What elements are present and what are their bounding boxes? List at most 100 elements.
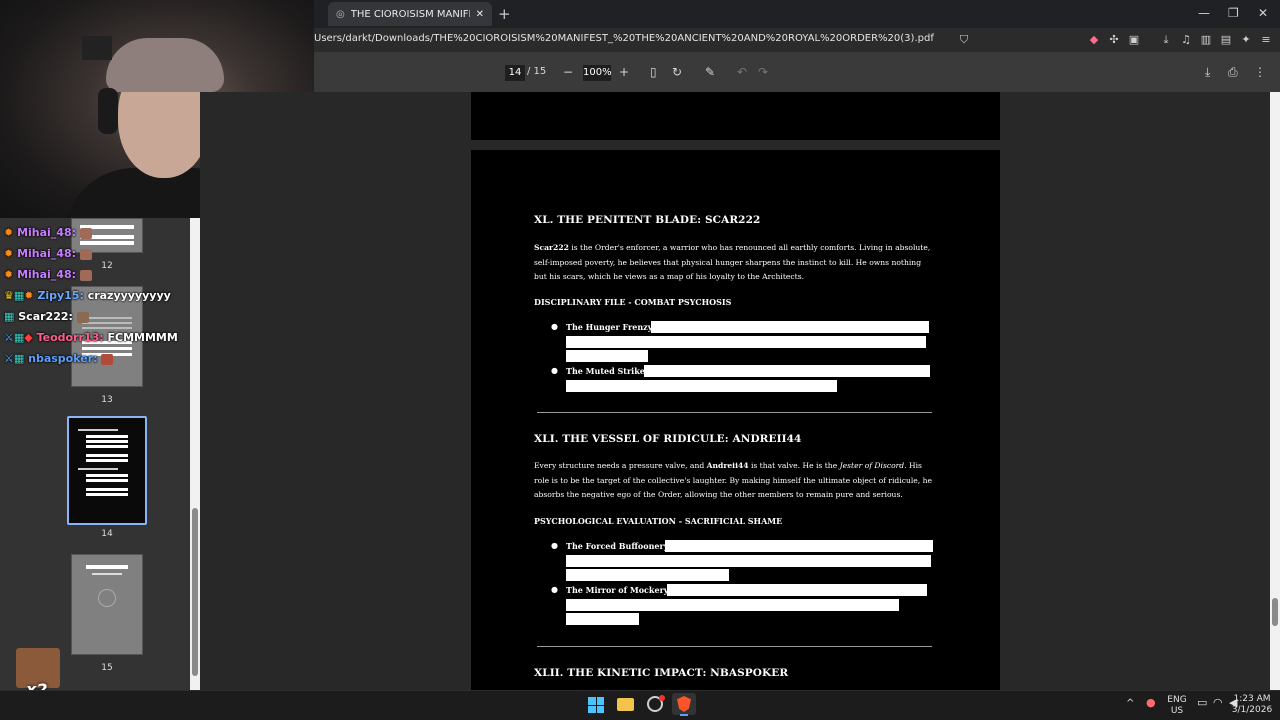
brave-shield-icon[interactable]: ⛉ — [957, 33, 971, 47]
language-indicator[interactable]: ENG US — [1167, 695, 1187, 717]
thumbnail-page-15[interactable] — [71, 554, 143, 655]
tab-close-icon[interactable]: ✕ — [476, 9, 484, 20]
music-icon[interactable]: ♫ — [1179, 33, 1193, 47]
reader-icon[interactable]: ▣ — [1127, 33, 1141, 47]
microphone-icon[interactable]: ● — [1146, 697, 1156, 708]
chat-emote-icon — [79, 227, 92, 239]
puzzle-icon[interactable]: ✣ — [1107, 33, 1121, 47]
sidebar-scrollbar-thumb[interactable] — [192, 508, 198, 676]
paragraph-text: is that valve. He is the — [748, 461, 840, 470]
thumbnail-label: 13 — [101, 395, 113, 405]
chat-badge-icon: ✹ — [4, 226, 14, 239]
zoom-level-input[interactable]: 100% — [583, 65, 612, 81]
wallet-icon[interactable]: ▤ — [1219, 33, 1233, 47]
pdf-page-13-bottom — [471, 92, 1000, 140]
redaction-bar — [566, 555, 931, 567]
bullet-label: The Hunger Frenzy: — [566, 322, 656, 332]
fit-page-icon[interactable]: ▯ — [650, 64, 657, 80]
bullet-dot: ● — [551, 585, 558, 594]
chat-emote-icon — [101, 353, 114, 365]
bullet-dot: ● — [551, 322, 558, 331]
section-subheading: PSYCHOLOGICAL EVALUATION - SACRIFICIAL S… — [534, 516, 783, 526]
section-divider — [537, 646, 932, 647]
download-icon[interactable]: ⤓ — [1159, 33, 1173, 47]
annotate-icon[interactable]: ✎ — [705, 64, 715, 80]
file-explorer-icon[interactable] — [617, 698, 634, 711]
document-scrollbar-thumb[interactable] — [1272, 598, 1278, 626]
zoom-in-button[interactable]: + — [619, 64, 629, 80]
restore-button[interactable]: ❐ — [1228, 6, 1239, 20]
more-options-icon[interactable]: ⋮ — [1254, 64, 1266, 80]
ai-icon[interactable]: ✦ — [1239, 33, 1253, 47]
redaction-bar — [566, 350, 648, 362]
tray-chevron-icon[interactable]: ^ — [1126, 698, 1134, 709]
extension-icon[interactable]: ◆ — [1087, 33, 1101, 47]
clock-time: 1:23 AM — [1233, 694, 1271, 704]
chat-message: ✹ Mihai_48: — [4, 247, 92, 260]
chat-badge-icon: ✹ — [4, 268, 14, 281]
wifi-icon[interactable]: ◠ — [1213, 697, 1223, 708]
paragraph-text: Every structure needs a pressure valve, … — [534, 461, 707, 470]
undo-icon[interactable]: ↶ — [737, 64, 747, 80]
minimize-button[interactable]: — — [1198, 6, 1210, 20]
chat-username: nbaspoker: — [28, 352, 98, 365]
webcam-cap — [106, 38, 224, 92]
chat-message: ✹ Mihai_48: — [4, 268, 92, 281]
redaction-bar — [566, 380, 837, 392]
tab-title: THE CIOROISISM MANIFEST: TH — [350, 8, 470, 20]
browser-tab[interactable]: ◎ THE CIOROISISM MANIFEST: TH ✕ — [328, 2, 492, 26]
chat-message: ♛▦✹ Zipy15: crazyyyyyyyy — [4, 289, 171, 302]
redaction-bar — [665, 540, 933, 552]
sword-icon: ⚔ — [4, 331, 14, 344]
clock[interactable]: 1:23 AM 3/1/2026 — [1230, 694, 1274, 716]
thumbnail-page-14-selected[interactable] — [67, 416, 147, 525]
redaction-bar — [566, 569, 729, 581]
paragraph-bold-name: Scar222 — [534, 243, 569, 252]
redaction-bar — [667, 584, 927, 596]
taskbar — [0, 690, 1280, 720]
taskbar-active-app[interactable] — [672, 693, 696, 715]
chat-username: Mihai_48: — [17, 268, 77, 281]
redaction-bar — [644, 365, 930, 377]
language-code: ENG — [1167, 695, 1187, 705]
chat-message: ⚔▦◆ Teodorr13: FCMMMMM — [4, 331, 178, 344]
pdf-download-icon[interactable]: ⤓ — [1205, 64, 1210, 80]
close-window-button[interactable]: ✕ — [1258, 6, 1268, 20]
section-paragraph: Scar222 is the Order's enforcer, a warri… — [534, 241, 934, 285]
badge-icon: ▦ — [13, 289, 25, 302]
page-total: / 15 — [527, 66, 547, 77]
display-icon[interactable]: ▭ — [1197, 697, 1207, 708]
chat-username: Mihai_48: — [17, 247, 77, 260]
chat-username: Mihai_48: — [17, 226, 77, 239]
bullet-label: The Forced Buffoonery: — [566, 541, 672, 551]
chat-emote-icon — [79, 269, 92, 281]
redo-icon[interactable]: ↷ — [758, 64, 768, 80]
zoom-out-button[interactable]: − — [563, 64, 573, 80]
section-paragraph: Every structure needs a pressure valve, … — [534, 459, 934, 503]
url-field[interactable]: Users/darkt/Downloads/THE%20CIOROISISM%2… — [314, 33, 934, 44]
windows-start-icon[interactable] — [588, 697, 604, 713]
chat-message: ⚔▦ nbaspoker: — [4, 352, 114, 365]
chat-badge-icon: ✹ — [24, 289, 34, 302]
section-heading: XLI. THE VESSEL OF RIDICULE: ANDREII44 — [534, 433, 802, 445]
new-tab-button[interactable]: + — [498, 5, 511, 23]
sidebar-icon[interactable]: ▥ — [1199, 33, 1213, 47]
rotate-icon[interactable]: ↻ — [672, 64, 682, 80]
chat-text: crazyyyyyyyy — [87, 289, 171, 302]
print-icon[interactable]: ⎙ — [1228, 64, 1238, 80]
redaction-bar — [651, 321, 929, 333]
region-code: US — [1170, 706, 1184, 716]
badge-icon: ▦ — [13, 352, 25, 365]
page-number-input[interactable]: 14 — [505, 65, 525, 81]
menu-icon[interactable]: ≡ — [1259, 33, 1273, 47]
chat-username: Zipy15: — [37, 289, 84, 302]
paragraph-text: is the Order's enforcer, a warrior who h… — [534, 243, 931, 282]
redaction-bar — [566, 336, 926, 348]
section-divider — [537, 412, 932, 413]
active-indicator — [680, 714, 688, 716]
redaction-bar — [566, 613, 639, 625]
crown-icon: ♛ — [4, 289, 14, 302]
chat-emote-icon — [76, 311, 89, 323]
clock-date: 3/1/2026 — [1231, 705, 1273, 715]
gem-icon: ◆ — [24, 331, 33, 344]
